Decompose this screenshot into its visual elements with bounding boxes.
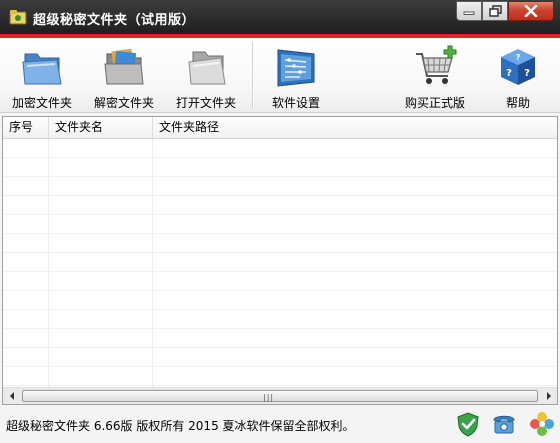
decrypt-folder-button[interactable]: 解密文件夹 — [92, 38, 156, 112]
shopping-cart-icon — [416, 45, 457, 84]
minimize-button[interactable] — [456, 1, 482, 21]
empty-row — [3, 139, 557, 158]
arrow-right-icon — [546, 392, 551, 400]
list-body — [3, 139, 557, 387]
horizontal-scrollbar[interactable]: ||| — [3, 387, 557, 404]
restore-button[interactable] — [482, 1, 508, 21]
empty-row — [3, 310, 557, 329]
buy-full-version-button[interactable]: 购买正式版 — [402, 38, 468, 112]
toolbar-label: 购买正式版 — [404, 96, 465, 110]
close-icon — [524, 5, 538, 17]
toolbar-label: 打开文件夹 — [175, 96, 236, 110]
minimize-icon — [463, 11, 475, 15]
column-header-folder-path[interactable]: 文件夹路径 — [153, 117, 557, 138]
empty-row — [3, 348, 557, 367]
empty-row — [3, 329, 557, 348]
empty-row — [3, 234, 557, 253]
empty-row — [3, 158, 557, 177]
window-controls — [456, 1, 554, 22]
settings-button[interactable]: 软件设置 — [264, 38, 328, 112]
help-button[interactable]: ? ? ? 帮助 — [494, 38, 542, 112]
empty-row — [3, 272, 557, 291]
window-title: 超级秘密文件夹（试用版） — [33, 13, 196, 28]
toolbar-label: 帮助 — [505, 96, 530, 110]
toolbar-label: 加密文件夹 — [11, 96, 72, 110]
list-header: 序号 文件夹名 文件夹路径 — [3, 117, 557, 139]
svg-text:?: ? — [516, 53, 521, 62]
status-text: 超级秘密文件夹 6.66版 版权所有 2015 夏冰软件保留全部权利。 — [6, 419, 355, 433]
folder-list[interactable]: 序号 文件夹名 文件夹路径 ||| — [2, 116, 558, 405]
empty-row — [3, 215, 557, 234]
scroll-left-button[interactable] — [3, 388, 20, 404]
svg-text:?: ? — [524, 68, 530, 79]
shield-check-icon[interactable] — [455, 411, 481, 437]
gray-folder-icon — [188, 51, 226, 85]
settings-panel-icon — [277, 49, 315, 87]
toolbar-separator — [252, 42, 254, 108]
toolbar-label: 解密文件夹 — [93, 96, 154, 110]
scrollbar-thumb[interactable]: ||| — [22, 390, 538, 402]
column-header-index[interactable]: 序号 — [3, 117, 49, 138]
help-cube-icon: ? ? ? — [501, 49, 535, 85]
empty-row — [3, 177, 557, 196]
grip-icon: ||| — [263, 393, 275, 402]
colorful-flower-icon[interactable] — [529, 411, 555, 437]
app-logo-icon — [9, 10, 27, 25]
empty-row — [3, 253, 557, 272]
open-folder-button[interactable]: 打开文件夹 — [174, 38, 238, 112]
status-bar: 超级秘密文件夹 6.66版 版权所有 2015 夏冰软件保留全部权利。 — [0, 407, 560, 443]
toolbar-label: 软件设置 — [271, 96, 320, 110]
empty-row — [3, 291, 557, 310]
toolbar: 加密文件夹 解密文件夹 打开文件夹 软件设置 购买正式版 ? ? ? 帮助 — [0, 38, 560, 113]
open-folder-icon — [104, 48, 144, 85]
app-window: 超级秘密文件夹（试用版） 加密文件夹 解密文件夹 打开文件夹 软件设置 购买正式… — [0, 0, 560, 443]
blue-folder-icon — [22, 53, 62, 85]
encrypt-folder-button[interactable]: 加密文件夹 — [10, 38, 74, 112]
svg-text:?: ? — [506, 68, 512, 79]
close-button[interactable] — [508, 1, 554, 21]
column-header-folder-name[interactable]: 文件夹名 — [49, 117, 153, 138]
empty-row — [3, 367, 557, 386]
empty-row — [3, 196, 557, 215]
arrow-left-icon — [9, 392, 14, 400]
restore-icon — [488, 5, 502, 17]
telephone-icon[interactable] — [491, 411, 517, 437]
scroll-right-button[interactable] — [540, 388, 557, 404]
